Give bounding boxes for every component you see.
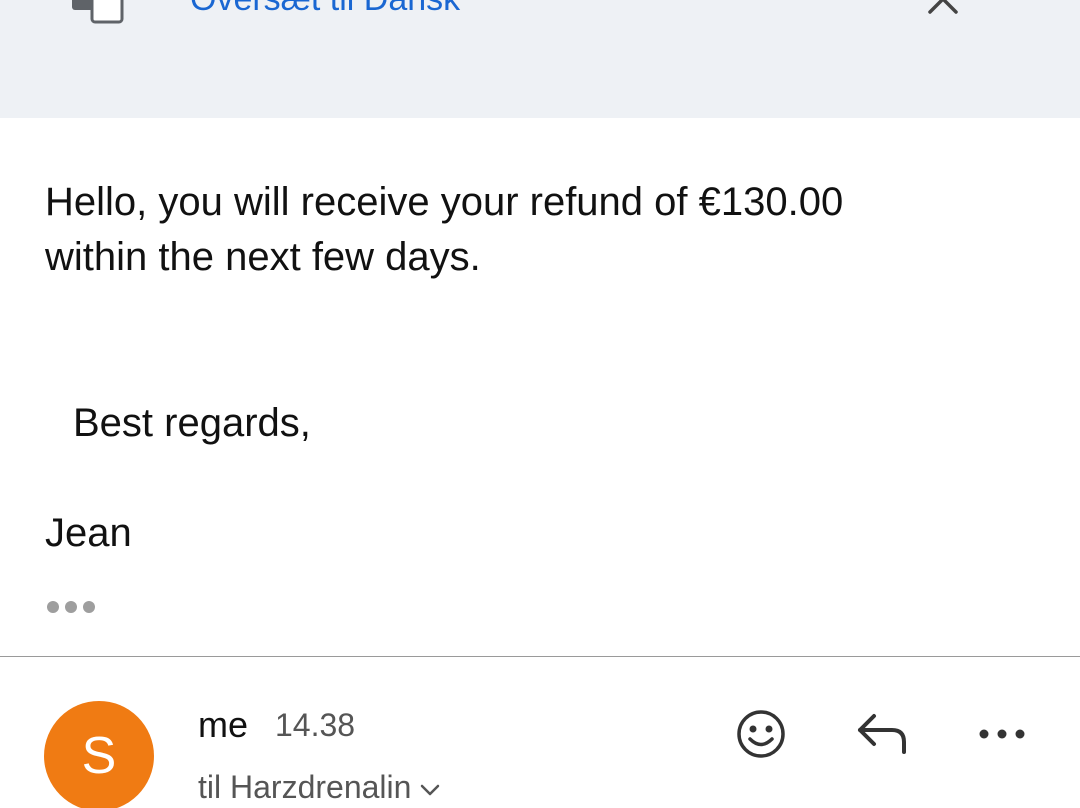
recipients-toggle[interactable]: til Harzdrenalin bbox=[198, 768, 441, 806]
sent-time: 14.38 bbox=[275, 707, 356, 743]
avatar[interactable]: S bbox=[44, 701, 154, 808]
translate-icon bbox=[72, 0, 124, 24]
more-horizontal-icon[interactable] bbox=[46, 600, 96, 614]
message-body-text: Hello, you will receive your refund of €… bbox=[45, 180, 844, 279]
recipients-label: til Harzdrenalin bbox=[198, 769, 412, 805]
emoji-icon[interactable] bbox=[735, 708, 787, 760]
translate-banner: Oversæt til Dansk bbox=[0, 0, 1080, 118]
chevron-down-icon bbox=[421, 784, 440, 795]
message-divider bbox=[0, 656, 1080, 657]
email-thread-view: Oversæt til Dansk Hello, you will receiv… bbox=[0, 0, 1080, 808]
more-options-icon[interactable] bbox=[976, 724, 1028, 744]
translate-link[interactable]: Oversæt til Dansk bbox=[190, 0, 460, 16]
close-icon[interactable] bbox=[926, 0, 966, 14]
reply-icon[interactable] bbox=[854, 710, 910, 756]
sender-name: me bbox=[198, 704, 249, 745]
message-greeting: Best regards, bbox=[73, 401, 311, 445]
message-signature: Jean bbox=[45, 511, 132, 555]
